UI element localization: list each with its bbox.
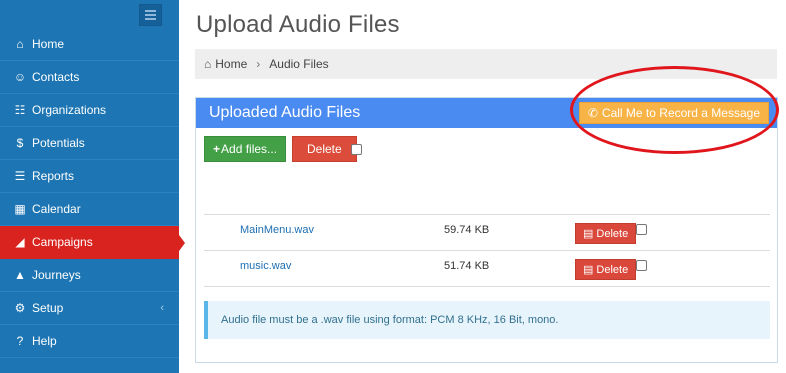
file-checkbox[interactable]	[636, 224, 647, 235]
sidebar-item-label: Setup	[32, 301, 64, 315]
delete-file-button[interactable]: ▤ Delete	[575, 259, 637, 280]
sidebar-item-help[interactable]: ? Help	[0, 325, 179, 358]
sidebar-item-label: Journeys	[32, 268, 81, 282]
plus-icon: +	[213, 142, 221, 156]
add-files-button[interactable]: + Add files...	[204, 136, 287, 162]
sidebar-item-label: Reports	[32, 169, 75, 183]
delete-all-button[interactable]: Delete	[292, 136, 357, 162]
sidebar-item-label: Calendar	[32, 202, 81, 216]
file-name-link[interactable]: MainMenu.wav	[240, 224, 314, 236]
sidebar-item-label: Contacts	[32, 70, 80, 84]
trash-icon: ▤	[583, 264, 594, 276]
sidebar-item-potentials[interactable]: $ Potentials	[0, 127, 179, 160]
sidebar-item-home[interactable]: ⌂ Home	[0, 28, 179, 61]
sitemap-icon: ☷	[14, 103, 26, 117]
format-info-alert: Audio file must be a .wav file using for…	[204, 301, 770, 339]
call-me-record-label: Call Me to Record a Message	[601, 106, 760, 120]
select-all-checkbox[interactable]	[351, 144, 362, 155]
home-icon: ⌂	[16, 37, 24, 51]
breadcrumb-current: Audio Files	[269, 57, 329, 71]
sidebar-nav: ⌂ Home ☺ Contacts ☷ Organizations $ Pote…	[0, 28, 185, 358]
calendar-icon: ▦	[14, 202, 26, 216]
chevron-left-icon[interactable]: ‹	[160, 302, 164, 314]
delete-file-label: Delete	[596, 227, 629, 240]
uploaded-files-panel: Uploaded Audio Files ✆ Call Me to Record…	[195, 97, 778, 363]
breadcrumb-separator: ›	[256, 57, 261, 71]
sidebar-item-label: Help	[32, 334, 57, 348]
delete-file-button[interactable]: ▤ Delete	[575, 223, 637, 244]
breadcrumb-home[interactable]: Home	[215, 57, 247, 71]
breadcrumb: ⌂ Home › Audio Files	[195, 49, 777, 79]
format-info-text: Audio file must be a .wav file using for…	[221, 314, 559, 326]
table-row: music.wav 51.74 KB ▤ Delete	[204, 251, 770, 287]
sidebar-item-campaigns[interactable]: ◢ Campaigns	[0, 226, 185, 259]
home-icon: ⌂	[204, 57, 212, 71]
question-icon: ?	[16, 334, 24, 348]
sidebar-item-label: Potentials	[32, 136, 85, 150]
delete-file-label: Delete	[596, 263, 629, 276]
dollar-icon: $	[16, 136, 24, 150]
panel-title: Uploaded Audio Files	[209, 104, 361, 121]
trash-icon: ▤	[583, 228, 594, 240]
file-icon: ☰	[14, 169, 26, 183]
sidebar-item-calendar[interactable]: ▦ Calendar	[0, 193, 179, 226]
table-row: MainMenu.wav 59.74 KB ▤ Delete	[204, 215, 770, 251]
sidebar-item-label: Organizations	[32, 103, 107, 117]
delete-all-label: Delete	[307, 142, 342, 156]
file-name-link[interactable]: music.wav	[240, 260, 291, 272]
add-files-label: Add files...	[221, 142, 278, 156]
hamburger-icon[interactable]	[139, 4, 162, 26]
sidebar-item-contacts[interactable]: ☺ Contacts	[0, 61, 179, 94]
road-icon: ▲	[14, 268, 26, 282]
sidebar-item-organizations[interactable]: ☷ Organizations	[0, 94, 179, 127]
sidebar-item-label: Home	[32, 37, 65, 51]
file-size: 51.74 KB	[444, 260, 490, 272]
sidebar-item-setup[interactable]: ⚙ Setup ‹	[0, 292, 179, 325]
phone-icon: ✆	[587, 106, 598, 120]
sidebar: ⌂ Home ☺ Contacts ☷ Organizations $ Pote…	[0, 0, 185, 373]
sidebar-item-journeys[interactable]: ▲ Journeys	[0, 259, 179, 292]
rss-icon: ◢	[15, 235, 25, 249]
call-me-record-button[interactable]: ✆ Call Me to Record a Message	[578, 102, 769, 124]
file-table: MainMenu.wav 59.74 KB ▤ Delete music.wav…	[204, 214, 770, 287]
cogs-icon: ⚙	[14, 301, 26, 315]
main-content: Upload Audio Files ⌂ Home › Audio Files …	[179, 0, 786, 373]
file-checkbox[interactable]	[636, 260, 647, 271]
page-title: Upload Audio Files	[196, 11, 400, 38]
user-icon: ☺	[13, 70, 27, 84]
sidebar-item-label: Campaigns	[32, 235, 93, 249]
file-size: 59.74 KB	[444, 224, 490, 236]
sidebar-item-reports[interactable]: ☰ Reports	[0, 160, 179, 193]
